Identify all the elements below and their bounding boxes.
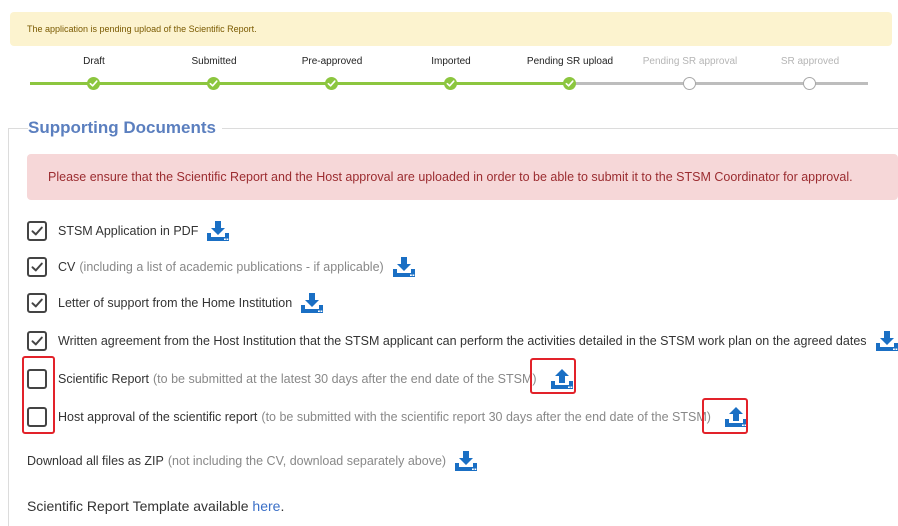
stepper-line-segment (690, 82, 810, 85)
document-label: STSM Application in PDF (58, 224, 199, 238)
step-complete-icon (325, 77, 338, 90)
checkbox-highlight-box (22, 356, 55, 434)
step-complete-icon (207, 77, 220, 90)
document-row: Letter of support from the Home Institut… (27, 290, 325, 316)
download-icon[interactable] (453, 449, 479, 473)
download-icon[interactable] (391, 255, 417, 279)
document-note: (to be submitted with the scientific rep… (261, 410, 711, 424)
document-checkbox-checked[interactable] (27, 293, 47, 313)
warning-alert-text: Please ensure that the Scientific Report… (48, 170, 853, 184)
document-label: Letter of support from the Home Institut… (58, 296, 293, 310)
template-text: Scientific Report Template available (27, 498, 253, 514)
check-icon (31, 336, 43, 346)
upload-highlight-box-report (530, 358, 576, 394)
stepper-label: Draft (83, 56, 105, 67)
document-row: Host approval of the scientific report (t… (27, 404, 749, 430)
status-banner: The application is pending upload of the… (10, 12, 892, 46)
check-icon (31, 298, 43, 308)
download-zip-label: Download all files as ZIP (27, 454, 164, 468)
document-checkbox-checked[interactable] (27, 331, 47, 351)
stepper-label: Pending SR approval (642, 56, 738, 67)
document-checkbox-checked[interactable] (27, 221, 47, 241)
stepper-label: Imported (431, 56, 471, 67)
document-row: STSM Application in PDF (27, 218, 231, 244)
step-pending-icon (683, 77, 696, 90)
document-row: Written agreement from the Host Institut… (27, 328, 898, 354)
step-complete-icon (444, 77, 457, 90)
stepper-label: Pre-approved (301, 56, 363, 67)
check-icon (31, 262, 43, 272)
document-row: Scientific Report (to be submitted at the… (27, 366, 575, 392)
template-suffix: . (280, 498, 285, 514)
download-zip-note: (not including the CV, download separate… (167, 454, 447, 468)
template-link[interactable]: here (252, 498, 280, 514)
fieldset-border-left (8, 128, 9, 526)
step-complete-icon (563, 77, 576, 90)
document-note: (to be submitted at the latest 30 days a… (153, 372, 537, 386)
section-title: Supporting Documents (28, 118, 222, 138)
step-complete-icon (87, 77, 100, 90)
download-zip-row: Download all files as ZIP (not including… (27, 448, 479, 474)
document-label: Scientific Report (58, 372, 150, 386)
warning-alert: Please ensure that the Scientific Report… (27, 154, 898, 200)
document-label: Written agreement from the Host Institut… (58, 334, 867, 348)
template-note: Scientific Report Template available her… (27, 498, 284, 514)
stepper-label: Pending SR upload (526, 56, 614, 67)
stepper-line-segment (810, 82, 868, 85)
stepper-line-segment (332, 82, 451, 85)
stepper-line-segment (30, 82, 94, 85)
stepper-line-segment (94, 82, 214, 85)
stepper-line-segment (451, 82, 570, 85)
stepper-label: SR approved (780, 56, 840, 67)
status-banner-text: The application is pending upload of the… (27, 24, 257, 34)
check-icon (31, 226, 43, 236)
document-label: CV (58, 260, 76, 274)
document-checkbox-checked[interactable] (27, 257, 47, 277)
step-pending-icon (803, 77, 816, 90)
download-icon[interactable] (205, 219, 231, 243)
stepper-line-segment (214, 82, 332, 85)
download-icon[interactable] (874, 329, 898, 353)
stepper-label: Submitted (191, 56, 237, 67)
download-icon[interactable] (299, 291, 325, 315)
document-label: Host approval of the scientific report (58, 410, 258, 424)
upload-highlight-box-host (702, 398, 748, 434)
stepper-line-segment (570, 82, 690, 85)
document-note: (including a list of academic publicatio… (79, 260, 384, 274)
status-stepper: Draft Submitted Pre-approved Imported Pendin… (30, 56, 868, 90)
document-row: CV (including a list of academic publicat… (27, 254, 417, 280)
